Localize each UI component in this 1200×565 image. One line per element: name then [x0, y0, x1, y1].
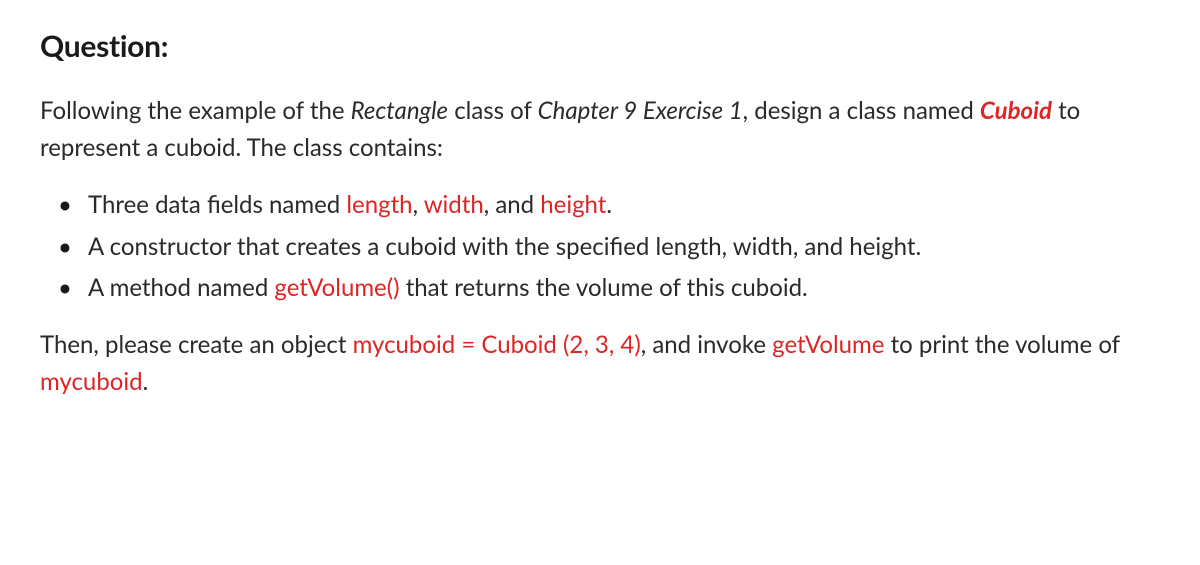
text-segment: .	[606, 190, 612, 219]
question-heading: Question:	[40, 28, 1160, 64]
length-term: length	[346, 190, 412, 219]
intro-paragraph: Following the example of the Rectangle c…	[40, 92, 1160, 166]
getvolume-term: getVolume()	[274, 273, 399, 302]
height-term: height	[540, 190, 606, 219]
list-item: Three data fields named length, width, a…	[58, 186, 1160, 223]
text-segment: , design a class named	[743, 96, 980, 125]
outro-paragraph: Then, please create an object mycuboid =…	[40, 326, 1160, 400]
text-segment: .	[143, 367, 149, 396]
text-segment: Then, please create an object	[40, 330, 353, 359]
text-segment: Three data fields named	[88, 190, 346, 219]
mycuboid-assign-term: mycuboid = Cuboid (2, 3, 4)	[353, 330, 641, 359]
chapter-term: Chapter 9 Exercise 1	[538, 96, 743, 125]
requirements-list: Three data fields named length, width, a…	[40, 186, 1160, 306]
width-term: width	[424, 190, 484, 219]
text-segment: Following the example of the	[40, 96, 351, 125]
text-segment: A constructor that creates a cuboid with…	[88, 232, 921, 261]
list-item: A constructor that creates a cuboid with…	[58, 228, 1160, 265]
text-segment: ,	[413, 190, 424, 219]
mycuboid-term: mycuboid	[40, 367, 143, 396]
rectangle-term: Rectangle	[351, 96, 448, 125]
text-segment: , and	[484, 190, 541, 219]
text-segment: to print the volume of	[884, 330, 1119, 359]
text-segment: , and invoke	[641, 330, 772, 359]
text-segment: that returns the volume of this cuboid.	[400, 273, 808, 302]
text-segment: A method named	[88, 273, 274, 302]
cuboid-term: Cuboid	[980, 96, 1052, 125]
text-segment: class of	[448, 96, 538, 125]
list-item: A method named getVolume() that returns …	[58, 269, 1160, 306]
getvolume-term: getVolume	[772, 330, 884, 359]
